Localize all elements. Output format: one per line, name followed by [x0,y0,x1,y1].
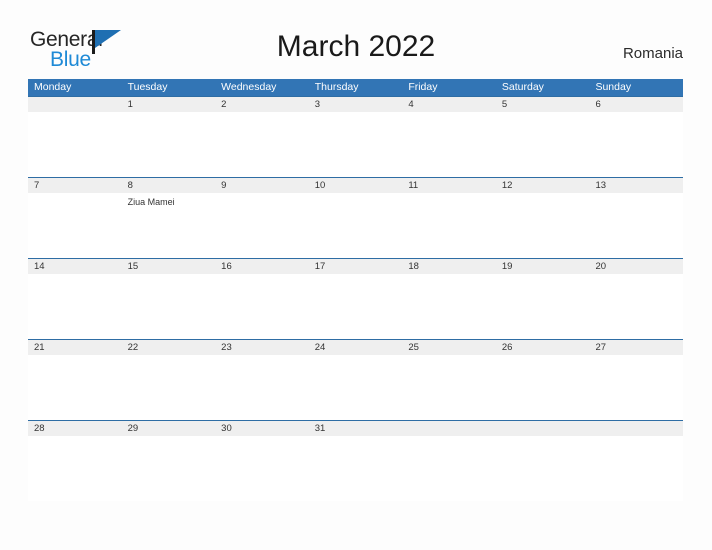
day-cell[interactable] [496,112,590,177]
day-number[interactable] [496,421,590,436]
day-cell[interactable] [402,355,496,420]
page-title: March 2022 [276,30,436,63]
day-number[interactable]: 23 [215,340,309,355]
calendar-grid: Monday Tuesday Wednesday Thursday Friday… [28,79,683,501]
day-cell[interactable] [122,355,216,420]
day-cell[interactable] [589,436,683,501]
day-number[interactable]: 13 [589,178,683,193]
day-cell[interactable] [28,112,122,177]
day-number[interactable]: 1 [122,97,216,112]
day-cell[interactable] [28,193,122,258]
day-number[interactable]: 20 [589,259,683,274]
week-date-band: 21 22 23 24 25 26 27 [28,339,683,355]
day-number[interactable]: 2 [215,97,309,112]
day-number[interactable]: 12 [496,178,590,193]
day-number[interactable]: 24 [309,340,403,355]
day-cell[interactable] [28,274,122,339]
day-number[interactable]: 15 [122,259,216,274]
day-number[interactable]: 31 [309,421,403,436]
day-cell[interactable] [589,193,683,258]
day-cell[interactable] [215,112,309,177]
week-row: 7 8 9 10 11 12 13 Ziua Mamei [28,177,683,258]
day-cell[interactable] [496,436,590,501]
day-cell[interactable] [28,436,122,501]
week-date-band: 28 29 30 31 [28,420,683,436]
day-event: Ziua Mamei [127,197,175,207]
day-cell[interactable] [122,112,216,177]
day-number[interactable]: 4 [402,97,496,112]
day-cell[interactable] [122,436,216,501]
day-number[interactable]: 29 [122,421,216,436]
day-number[interactable]: 8 [122,178,216,193]
day-number[interactable]: 10 [309,178,403,193]
weekday-header-row: Monday Tuesday Wednesday Thursday Friday… [28,79,683,96]
day-cell[interactable] [402,436,496,501]
week-body-band [28,355,683,420]
week-body-band [28,112,683,177]
day-cell[interactable] [589,112,683,177]
weekday-friday: Friday [408,81,438,93]
day-cell[interactable] [402,193,496,258]
day-number[interactable]: 11 [402,178,496,193]
day-number[interactable] [28,97,122,112]
week-row: 14 15 16 17 18 19 20 [28,258,683,339]
day-number[interactable]: 22 [122,340,216,355]
week-date-band: 7 8 9 10 11 12 13 [28,177,683,193]
day-cell[interactable] [402,274,496,339]
day-cell[interactable] [309,355,403,420]
weekday-tuesday: Tuesday [127,81,168,93]
week-body-band [28,274,683,339]
day-cell[interactable] [215,436,309,501]
weekday-saturday: Saturday [501,81,544,93]
day-cell[interactable]: Ziua Mamei [122,193,216,258]
week-body-band: Ziua Mamei [28,193,683,258]
day-cell[interactable] [215,355,309,420]
week-row: 21 22 23 24 25 26 27 [28,339,683,420]
country-label: Romania [622,45,683,62]
weekday-wednesday: Wednesday [221,81,277,93]
day-cell[interactable] [496,193,590,258]
day-cell[interactable] [402,112,496,177]
day-number[interactable]: 21 [28,340,122,355]
day-number[interactable]: 14 [28,259,122,274]
weekday-sunday: Sunday [595,81,632,93]
day-number[interactable]: 25 [402,340,496,355]
week-body-band [28,436,683,501]
day-cell[interactable] [589,274,683,339]
day-number[interactable]: 19 [496,259,590,274]
day-number[interactable]: 28 [28,421,122,436]
week-date-band: 14 15 16 17 18 19 20 [28,258,683,274]
day-number[interactable]: 30 [215,421,309,436]
day-cell[interactable] [309,436,403,501]
day-number[interactable] [589,421,683,436]
day-number[interactable]: 17 [309,259,403,274]
day-cell[interactable] [589,355,683,420]
day-number[interactable]: 5 [496,97,590,112]
day-cell[interactable] [122,274,216,339]
day-cell[interactable] [309,193,403,258]
week-row: 1 2 3 4 5 6 [28,96,683,177]
day-number[interactable]: 3 [309,97,403,112]
weekday-thursday: Thursday [314,81,359,93]
day-cell[interactable] [309,274,403,339]
day-cell[interactable] [496,355,590,420]
week-date-band: 1 2 3 4 5 6 [28,96,683,112]
day-cell[interactable] [28,355,122,420]
day-number[interactable] [402,421,496,436]
day-number[interactable]: 9 [215,178,309,193]
day-number[interactable]: 27 [589,340,683,355]
day-number[interactable]: 6 [589,97,683,112]
day-number[interactable]: 16 [215,259,309,274]
day-number[interactable]: 7 [28,178,122,193]
day-cell[interactable] [215,193,309,258]
day-cell[interactable] [215,274,309,339]
day-cell[interactable] [309,112,403,177]
week-row: 28 29 30 31 [28,420,683,501]
day-cell[interactable] [496,274,590,339]
weekday-monday: Monday [34,81,72,93]
page-header: General Blue March 2022 Romania [0,0,712,79]
day-number[interactable]: 26 [496,340,590,355]
day-number[interactable]: 18 [402,259,496,274]
